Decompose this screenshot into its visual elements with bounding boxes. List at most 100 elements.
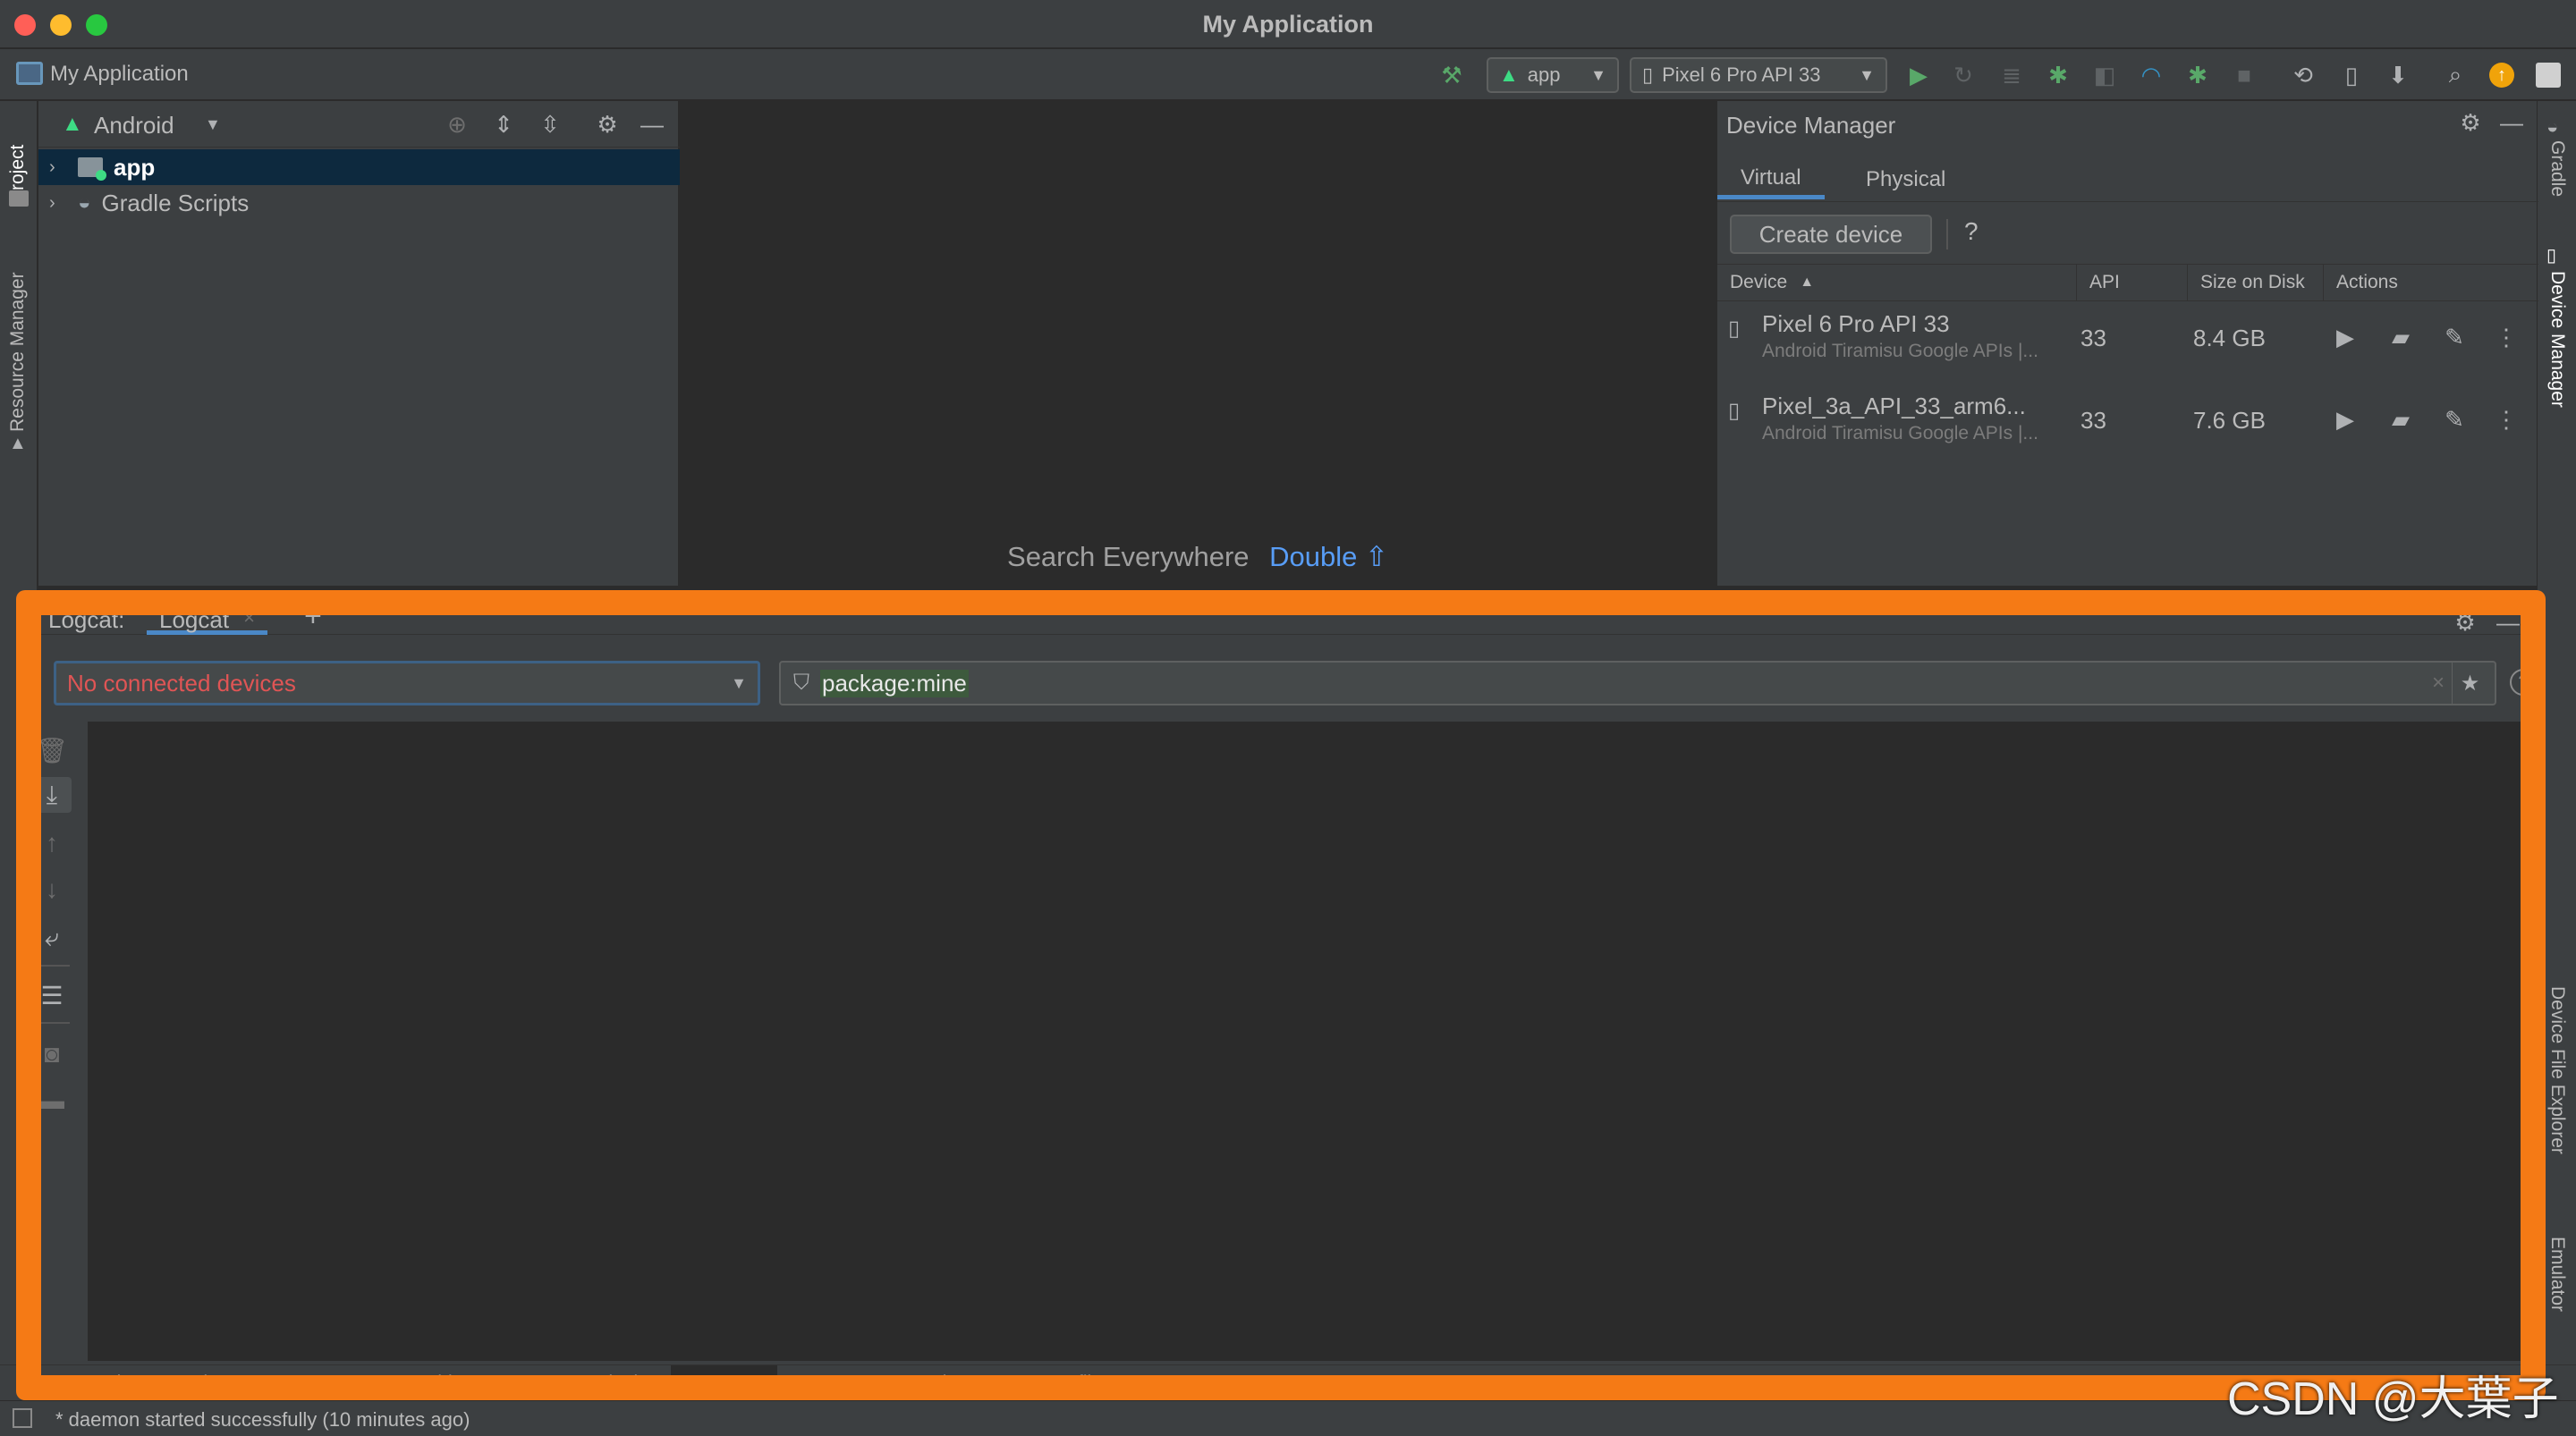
resource-manager-tool-tab[interactable]: Resource Manager bbox=[7, 253, 29, 432]
tab-profiler[interactable]: ◠ Profiler bbox=[1025, 1365, 1108, 1401]
bottom-tool-tabs: ⑂ Version Control ☰ TODO ● Problems ▣ Termin… bbox=[0, 1364, 2576, 1401]
project-tool-tab[interactable]: Project bbox=[7, 114, 29, 203]
sync-gradle-icon[interactable]: ⟲ bbox=[2288, 60, 2318, 90]
profiler-icon: ◠ bbox=[1025, 1373, 1042, 1394]
device-description: Android Tiramisu Google APIs |... bbox=[1762, 341, 2038, 361]
user-avatar-icon[interactable] bbox=[2533, 60, 2563, 90]
filter-icon[interactable]: ⛉ bbox=[793, 671, 809, 696]
more-options-icon[interactable]: ⋮ bbox=[2492, 405, 2521, 434]
scroll-to-end-icon[interactable]: ⤓ bbox=[32, 777, 72, 813]
device-manager-tool-tab[interactable]: Device Manager bbox=[2546, 271, 2568, 432]
stop-icon[interactable]: ■ bbox=[2229, 60, 2259, 90]
folder-icon[interactable]: ▰ bbox=[2386, 323, 2415, 351]
expand-all-icon[interactable]: ⇕ bbox=[489, 110, 518, 139]
collapse-all-icon[interactable]: ⇳ bbox=[536, 110, 564, 139]
chevron-right-icon[interactable]: › bbox=[49, 193, 69, 214]
gradle-tool-tab[interactable]: Gradle bbox=[2546, 140, 2568, 221]
device-selector[interactable]: ▯ Pixel 6 Pro API 33 ▼ bbox=[1630, 57, 1887, 93]
module-folder-icon bbox=[78, 157, 106, 181]
phone-icon: ▯ bbox=[1642, 63, 1654, 86]
logcat-filter-input[interactable]: ⛉ package:mine × ★ bbox=[779, 661, 2496, 705]
editor-area[interactable]: Search Everywhere Double ⇧ bbox=[682, 101, 1714, 586]
profile-icon[interactable]: ◠ bbox=[2136, 60, 2166, 90]
clear-filter-icon[interactable]: × bbox=[2432, 671, 2445, 696]
sdk-manager-icon[interactable]: ⬇ bbox=[2383, 60, 2413, 90]
more-options-icon[interactable]: ⋮ bbox=[2492, 323, 2521, 351]
update-icon[interactable]: ↑ bbox=[2487, 60, 2517, 90]
locate-icon[interactable]: ⊕ bbox=[443, 110, 471, 139]
screen-record-icon[interactable]: ▬ bbox=[32, 1083, 72, 1119]
help-icon[interactable]: ? bbox=[2510, 669, 2537, 696]
device-file-explorer-tool-tab[interactable]: Device File Explorer bbox=[2546, 986, 2568, 1219]
device-row[interactable]: ▯ Pixel 6 Pro API 33 Android Tiramisu Go… bbox=[1717, 303, 2538, 385]
gear-icon[interactable]: ⚙ bbox=[2451, 608, 2479, 637]
logcat-output[interactable] bbox=[88, 722, 2538, 1361]
tab-version-control[interactable]: ⑂ Version Control bbox=[61, 1365, 208, 1401]
debug-icon[interactable]: ✱ bbox=[2043, 60, 2073, 90]
clear-logcat-icon[interactable]: 🗑 bbox=[32, 732, 72, 768]
tree-item-gradle-scripts[interactable]: › ◒ Gradle Scripts bbox=[38, 185, 680, 221]
device-selector-value: No connected devices bbox=[67, 669, 296, 697]
chevron-down-icon[interactable]: ▼ bbox=[205, 115, 221, 134]
gear-icon[interactable]: ⚙ bbox=[2456, 108, 2485, 137]
folder-icon bbox=[9, 190, 29, 207]
search-icon[interactable]: ⌕ bbox=[2440, 60, 2470, 90]
edit-pencil-icon[interactable]: ✎ bbox=[2440, 323, 2469, 351]
tab-logcat-tool[interactable]: ≡ Logcat bbox=[671, 1365, 778, 1401]
down-arrow-icon[interactable]: ↓ bbox=[32, 872, 72, 908]
tree-item-app[interactable]: › app bbox=[38, 149, 680, 185]
project-view-selector[interactable]: Android bbox=[94, 112, 174, 139]
build-hammer-icon[interactable]: ⚒ bbox=[1436, 60, 1467, 90]
help-icon[interactable]: ? bbox=[1964, 217, 1979, 246]
close-icon[interactable]: × bbox=[243, 606, 255, 630]
hide-panel-icon[interactable]: — bbox=[638, 110, 666, 139]
hide-panel-icon[interactable]: — bbox=[2497, 108, 2526, 137]
apply-code-changes-icon[interactable]: ≣ bbox=[1996, 60, 2027, 90]
launch-icon[interactable]: ▶ bbox=[2331, 405, 2360, 434]
column-header-size[interactable]: Size on Disk bbox=[2188, 264, 2324, 301]
up-arrow-icon[interactable]: ↑ bbox=[32, 825, 72, 861]
create-device-button[interactable]: Create device bbox=[1730, 215, 1932, 254]
logcat-device-selector[interactable]: No connected devices ▼ bbox=[54, 661, 760, 705]
folder-icon[interactable]: ▰ bbox=[2386, 405, 2415, 434]
column-header-device[interactable]: Device ▲ bbox=[1717, 264, 2077, 301]
run-icon[interactable]: ▶ bbox=[1903, 60, 1934, 90]
device-row[interactable]: ▯ Pixel_3a_API_33_arm6... Android Tirami… bbox=[1717, 385, 2538, 468]
hide-panel-icon[interactable]: — bbox=[2494, 608, 2522, 637]
tab-app-inspection[interactable]: ♟ App Inspection bbox=[819, 1365, 968, 1401]
tab-todo[interactable]: ☰ TODO bbox=[268, 1365, 346, 1401]
chevron-down-icon: ▼ bbox=[1590, 65, 1606, 84]
favorite-star-icon[interactable]: ★ bbox=[2452, 663, 2487, 704]
run-config-selector[interactable]: ▲ app ▼ bbox=[1487, 57, 1619, 93]
chevron-down-icon: ▼ bbox=[731, 673, 747, 692]
chevron-right-icon[interactable]: › bbox=[49, 157, 69, 178]
device-manager-icon[interactable]: ▯ bbox=[2336, 60, 2367, 90]
emulator-tool-tab[interactable]: Emulator bbox=[2546, 1237, 2568, 1380]
gear-icon[interactable]: ⚙ bbox=[593, 110, 622, 139]
screenshot-camera-icon[interactable]: ◙ bbox=[32, 1036, 72, 1072]
tab-problems[interactable]: ● Problems bbox=[390, 1365, 487, 1401]
tab-virtual[interactable]: Virtual bbox=[1717, 160, 1825, 199]
add-tab-icon[interactable]: + bbox=[304, 599, 322, 634]
launch-icon[interactable]: ▶ bbox=[2331, 323, 2360, 351]
column-header-actions[interactable]: Actions bbox=[2324, 264, 2538, 301]
soft-wrap-icon[interactable]: ⤶ bbox=[32, 920, 72, 956]
tab-logcat[interactable]: Logcat × bbox=[147, 599, 267, 635]
attach-debugger-icon[interactable]: ✱ bbox=[2182, 60, 2213, 90]
project-breadcrumb[interactable]: My Application bbox=[50, 62, 189, 87]
device-selector-label: Pixel 6 Pro API 33 bbox=[1662, 63, 1821, 86]
edit-pencil-icon[interactable]: ✎ bbox=[2440, 405, 2469, 434]
column-header-api[interactable]: API bbox=[2077, 264, 2188, 301]
terminal-icon: ▣ bbox=[542, 1373, 560, 1394]
format-settings-icon[interactable]: ☰ bbox=[32, 977, 72, 1013]
inspect-icon: ♟ bbox=[819, 1373, 836, 1394]
project-panel-header: ▲ Android ▼ ⊕ ⇕ ⇳ ⚙ — bbox=[38, 101, 680, 148]
android-icon: ▲ bbox=[1499, 63, 1519, 86]
tab-terminal[interactable]: ▣ Terminal bbox=[542, 1365, 638, 1401]
run-config-label: app bbox=[1527, 63, 1561, 86]
coverage-icon[interactable]: ◧ bbox=[2089, 60, 2120, 90]
apply-changes-icon[interactable]: ↻ bbox=[1948, 60, 1979, 90]
device-size: 7.6 GB bbox=[2193, 407, 2266, 434]
tab-physical[interactable]: Physical bbox=[1843, 160, 1969, 199]
toggle-tool-windows-icon[interactable] bbox=[13, 1408, 32, 1428]
